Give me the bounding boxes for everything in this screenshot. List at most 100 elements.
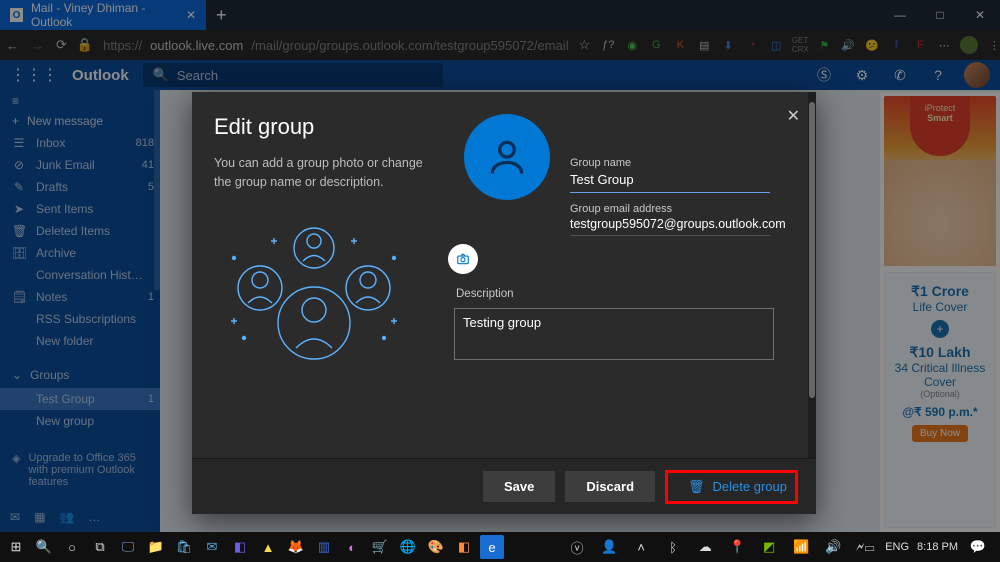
taskbar-app[interactable]: ✉	[200, 535, 224, 559]
people-icon[interactable]: 👥	[59, 510, 74, 524]
tray-clock[interactable]: 8:18 PM	[917, 541, 958, 553]
dialog-close-button[interactable]: ✕	[787, 106, 800, 126]
new-message-button[interactable]: +New message	[0, 110, 160, 132]
menu-icon[interactable]: ⋮	[986, 37, 1000, 53]
ext-icon[interactable]: ◔	[744, 37, 760, 53]
outlook-brand[interactable]: Outlook	[72, 67, 129, 84]
sidebar-folder[interactable]: ➤Sent Items	[0, 198, 160, 220]
sidebar-folder[interactable]: 🗒Notes1	[0, 286, 160, 308]
search-input[interactable]: 🔍 Search	[143, 63, 443, 87]
avatar-icon[interactable]	[960, 36, 978, 54]
sidebar-folder[interactable]: ⊘Junk Email41	[0, 154, 160, 176]
sidebar-folder[interactable]: ☰Inbox818	[0, 132, 160, 154]
ext-icon[interactable]: ◉	[624, 37, 640, 53]
tray-bluetooth-icon[interactable]: ᛒ	[661, 535, 685, 559]
sidebar-folder[interactable]: RSS Subscriptions	[0, 308, 160, 330]
ext-icon[interactable]: ▤	[696, 37, 712, 53]
sidebar-folder[interactable]: ✎Drafts5	[0, 176, 160, 198]
group-illustration	[214, 218, 414, 378]
delete-group-button[interactable]: 🗑 Delete group	[688, 479, 787, 495]
tab-close-icon[interactable]: ✕	[186, 8, 196, 22]
nav-forward-icon[interactable]: →	[31, 38, 44, 53]
sidebar-hamburger[interactable]: ≡	[0, 90, 160, 110]
ext-icon[interactable]: ƒ?	[600, 37, 616, 53]
tray-language[interactable]: ENG	[885, 541, 909, 553]
tray-people-icon[interactable]: 👤	[597, 535, 621, 559]
gear-icon[interactable]: ⚙	[850, 67, 874, 84]
ext-icon[interactable]: GETCRX	[792, 37, 808, 53]
ext-icon[interactable]: 🔊	[840, 37, 856, 53]
sidebar-folder[interactable]: 🗑Deleted Items	[0, 220, 160, 242]
new-tab-button[interactable]: +	[206, 5, 237, 26]
taskbar-app[interactable]: 🛍	[172, 535, 196, 559]
ext-icon[interactable]: ⋯	[936, 37, 952, 53]
app-launcher-icon[interactable]: ⋮⋮⋮	[10, 65, 58, 85]
ad-banner-1[interactable]: iProtect Smart	[884, 96, 996, 266]
window-minimize-icon[interactable]: —	[880, 0, 920, 30]
tray-up-icon[interactable]: ˄	[629, 535, 653, 559]
nav-back-icon[interactable]: ←	[6, 38, 19, 53]
save-button[interactable]: Save	[483, 471, 555, 502]
nav-reload-icon[interactable]: ⟳	[56, 37, 67, 53]
ext-icon[interactable]: ◫	[768, 37, 784, 53]
task-search-icon[interactable]: 🔍	[32, 535, 56, 559]
tray-nvidia-icon[interactable]: ◩	[757, 535, 781, 559]
taskbar-app[interactable]: 📁	[144, 535, 168, 559]
tray-wifi-icon[interactable]: 📶	[789, 535, 813, 559]
dialog-scrollbar[interactable]	[808, 92, 816, 458]
tray-user-icon[interactable]: ⓥ	[565, 535, 589, 559]
tray-volume-icon[interactable]: 🔊	[821, 535, 845, 559]
ext-icon[interactable]: ⬇	[720, 37, 736, 53]
star-icon[interactable]: ☆	[579, 37, 591, 53]
mail-icon[interactable]: ✉	[10, 510, 20, 524]
upload-photo-button[interactable]	[448, 244, 478, 274]
taskbar-app[interactable]: ▲	[256, 535, 280, 559]
browser-tab[interactable]: O Mail - Viney Dhiman - Outlook ✕	[0, 0, 206, 30]
help-icon[interactable]: ?	[926, 67, 950, 83]
ext-icon[interactable]: f	[888, 37, 904, 53]
address-bar[interactable]: https://outlook.live.com/mail/group/grou…	[103, 38, 569, 53]
group-name-input[interactable]	[570, 169, 770, 193]
ext-icon[interactable]: F	[912, 37, 928, 53]
window-close-icon[interactable]: ✕	[960, 0, 1000, 30]
ext-icon[interactable]: 😕	[864, 37, 880, 53]
sidebar-group-item[interactable]: Test Group1	[0, 388, 160, 410]
megaphone-icon[interactable]: ✆	[888, 67, 912, 84]
ext-icon[interactable]: K	[672, 37, 688, 53]
tray-battery-icon[interactable]: 🗲▭	[853, 535, 877, 559]
calendar-icon[interactable]: ▦	[34, 510, 45, 524]
upgrade-banner[interactable]: ◈ Upgrade to Office 365 with premium Out…	[0, 444, 160, 496]
lock-icon[interactable]: 🔒	[77, 37, 93, 53]
more-icon[interactable]: …	[88, 510, 100, 524]
cortana-icon[interactable]: ○	[60, 535, 84, 559]
tray-notifications-icon[interactable]: 💬	[966, 535, 990, 559]
taskview-icon[interactable]: ⧉	[88, 535, 112, 559]
taskbar-app[interactable]: ▥	[312, 535, 336, 559]
ad-banner-2[interactable]: ₹1 Crore Life Cover + ₹10 Lakh 34 Critic…	[884, 272, 996, 528]
sidebar-folder[interactable]: New folder	[0, 330, 160, 352]
taskbar-edge[interactable]: e	[480, 535, 504, 559]
start-button[interactable]: ⊞	[4, 535, 28, 559]
taskbar-app[interactable]: ◧	[452, 535, 476, 559]
description-input[interactable]	[454, 308, 774, 360]
tray-location-icon[interactable]: 📍	[725, 535, 749, 559]
taskbar-app[interactable]: 🦊	[284, 535, 308, 559]
skype-icon[interactable]: Ⓢ	[812, 65, 836, 85]
taskbar-app[interactable]: ◧	[228, 535, 252, 559]
sidebar-group-item[interactable]: New group	[0, 410, 160, 432]
window-maximize-icon[interactable]: □	[920, 0, 960, 30]
taskbar-app[interactable]: ◐	[340, 535, 364, 559]
sidebar-folder[interactable]: Conversation Hist…	[0, 264, 160, 286]
ad-buy-button[interactable]: Buy Now	[912, 425, 968, 442]
groups-header[interactable]: ⌄ Groups	[0, 362, 160, 388]
taskbar-app[interactable]: 🎨	[424, 535, 448, 559]
taskbar-app[interactable]: 🛒	[368, 535, 392, 559]
taskbar-app[interactable]: 🌐	[396, 535, 420, 559]
user-avatar[interactable]	[964, 62, 990, 88]
taskbar-app[interactable]: 🖵	[116, 535, 140, 559]
tray-onedrive-icon[interactable]: ☁	[693, 535, 717, 559]
sidebar-folder[interactable]: 🗄Archive	[0, 242, 160, 264]
discard-button[interactable]: Discard	[565, 471, 655, 502]
ext-icon[interactable]: ⚑	[816, 37, 832, 53]
ext-icon[interactable]: G	[648, 37, 664, 53]
